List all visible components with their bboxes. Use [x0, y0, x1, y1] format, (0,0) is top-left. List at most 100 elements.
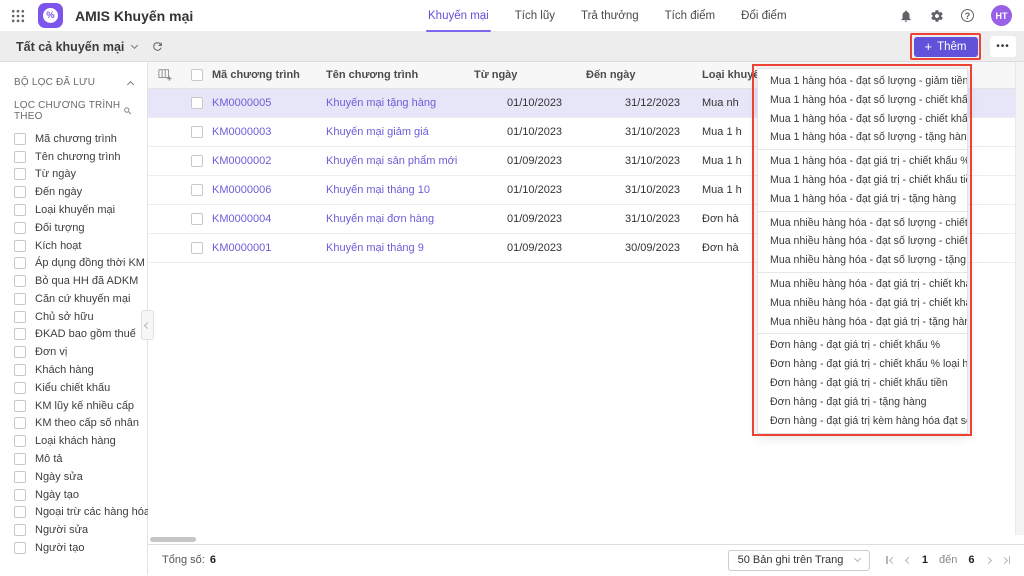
filter-checkbox[interactable] [14, 328, 26, 340]
filter-field-item[interactable]: Đến ngày [0, 183, 147, 201]
program-code-link[interactable]: KM0000003 [212, 126, 326, 138]
row-checkbox[interactable] [191, 184, 203, 196]
notification-bell-icon[interactable] [899, 9, 913, 23]
nav-tab[interactable]: Tích lũy [515, 0, 555, 32]
select-all-checkbox[interactable] [191, 69, 203, 81]
filter-checkbox[interactable] [14, 151, 26, 163]
add-type-menu-item[interactable]: Mua 1 hàng hóa - đạt số lượng - tặng hàn… [758, 128, 967, 147]
avatar[interactable]: HT [991, 5, 1012, 26]
filter-field-item[interactable]: Ngày sửa [0, 468, 147, 486]
help-icon[interactable]: ? [961, 9, 974, 22]
program-name-link[interactable]: Khuyến mại sản phẩm mới [326, 155, 474, 167]
add-type-menu-item[interactable]: Mua 1 hàng hóa - đạt số lượng - giảm tiề… [758, 72, 967, 91]
nav-tab[interactable]: Tích điểm [665, 0, 716, 32]
settings-gear-icon[interactable] [930, 9, 944, 23]
filter-field-item[interactable]: Người tạo [0, 539, 147, 557]
filter-checkbox[interactable] [14, 168, 26, 180]
col-header-name[interactable]: Tên chương trình [326, 69, 474, 81]
row-checkbox[interactable] [191, 97, 203, 109]
filter-field-item[interactable]: Đối tượng [0, 219, 147, 237]
add-type-menu-item[interactable]: Mua nhiều hàng hóa - đạt giá trị - chiết… [758, 294, 967, 313]
filter-field-item[interactable]: Mô tả [0, 450, 147, 468]
program-code-link[interactable]: KM0000006 [212, 184, 326, 196]
first-page-button[interactable] [886, 556, 895, 564]
program-name-link[interactable]: Khuyến mại tháng 10 [326, 184, 474, 196]
add-type-menu-item[interactable]: Đơn hàng - đạt giá trị kèm hàng hóa đạt … [758, 412, 967, 431]
filter-field-item[interactable]: Áp dụng đồng thời KM khác [0, 254, 147, 272]
search-icon[interactable] [123, 105, 133, 117]
filter-checkbox[interactable] [14, 382, 26, 394]
filter-field-item[interactable]: Mã chương trình [0, 130, 147, 148]
nav-tab[interactable]: Khuyến mại [428, 0, 489, 32]
col-header-to[interactable]: Đến ngày [586, 69, 680, 81]
add-type-menu-item[interactable]: Mua 1 hàng hóa - đạt giá trị - tặng hàng [758, 190, 967, 209]
filter-field-item[interactable]: Kiểu chiết khấu [0, 379, 147, 397]
filter-field-item[interactable]: Từ ngày [0, 166, 147, 184]
filter-field-item[interactable]: Bỏ qua HH đã ADKM [0, 272, 147, 290]
filter-field-item[interactable]: Đơn vị [0, 343, 147, 361]
filter-checkbox[interactable] [14, 524, 26, 536]
program-name-link[interactable]: Khuyến mại đơn hàng [326, 213, 474, 225]
row-checkbox[interactable] [191, 242, 203, 254]
last-page-button[interactable] [1002, 556, 1011, 564]
filter-checkbox[interactable] [14, 346, 26, 358]
filter-field-item[interactable]: ĐKAD bao gồm thuế [0, 326, 147, 344]
page-size-select[interactable]: 50 Bản ghi trên Trang [728, 550, 871, 571]
filter-checkbox[interactable] [14, 311, 26, 323]
add-type-menu-item[interactable]: Mua 1 hàng hóa - đạt giá trị - chiết khấ… [758, 152, 967, 171]
filter-checkbox[interactable] [14, 275, 26, 287]
refresh-icon[interactable] [151, 40, 164, 53]
filter-checkbox[interactable] [14, 489, 26, 501]
program-code-link[interactable]: KM0000002 [212, 155, 326, 167]
prev-page-button[interactable] [906, 558, 911, 563]
next-page-button[interactable] [986, 558, 991, 563]
add-type-menu-item[interactable]: Mua nhiều hàng hóa - đạt số lượng - chiế… [758, 232, 967, 251]
add-type-menu-item[interactable]: Mua nhiều hàng hóa - đạt số lượng - tặng… [758, 251, 967, 270]
horizontal-scrollbar-thumb[interactable] [150, 537, 196, 542]
program-name-link[interactable]: Khuyến mại tháng 9 [326, 242, 474, 254]
saved-filters-header[interactable]: BỘ LỌC ĐÃ LƯU [0, 70, 147, 93]
add-type-menu-item[interactable]: Mua 1 hàng hóa - đạt giá trị - chiết khấ… [758, 171, 967, 190]
view-selector[interactable]: Tất cả khuyến mại [16, 40, 137, 54]
app-launcher-icon[interactable] [10, 8, 26, 24]
program-code-link[interactable]: KM0000004 [212, 213, 326, 225]
row-checkbox[interactable] [191, 155, 203, 167]
add-type-menu-item[interactable]: Mua nhiều hàng hóa - đạt giá trị - tặng … [758, 313, 967, 332]
filter-field-item[interactable]: Loại khuyến mại [0, 201, 147, 219]
row-checkbox[interactable] [191, 213, 203, 225]
filter-field-item[interactable]: Kích hoạt [0, 237, 147, 255]
filter-checkbox[interactable] [14, 542, 26, 554]
app-logo-icon[interactable]: % [38, 3, 63, 28]
program-name-link[interactable]: Khuyến mại tặng hàng [326, 97, 474, 109]
add-type-menu-item[interactable]: Đơn hàng - đạt giá trị - chiết khấu % [758, 336, 967, 355]
filter-checkbox[interactable] [14, 133, 26, 145]
filter-checkbox[interactable] [14, 204, 26, 216]
filter-checkbox[interactable] [14, 435, 26, 447]
col-header-code[interactable]: Mã chương trình [212, 69, 326, 81]
horizontal-scrollbar[interactable] [148, 535, 1024, 544]
add-type-menu-item[interactable]: Đơn hàng - đạt giá trị - chiết khấu tiền [758, 374, 967, 393]
nav-tab[interactable]: Trả thưởng [581, 0, 639, 32]
column-settings-icon[interactable] [148, 68, 182, 82]
program-code-link[interactable]: KM0000005 [212, 97, 326, 109]
sidebar-collapse-handle[interactable] [141, 310, 154, 340]
filter-checkbox[interactable] [14, 364, 26, 376]
filter-checkbox[interactable] [14, 471, 26, 483]
filter-checkbox[interactable] [14, 240, 26, 252]
vertical-scrollbar[interactable] [1015, 62, 1024, 535]
filter-checkbox[interactable] [14, 506, 26, 518]
program-code-link[interactable]: KM0000001 [212, 242, 326, 254]
add-type-menu-item[interactable]: Đơn hàng - đạt giá trị - tặng hàng [758, 393, 967, 412]
filter-field-item[interactable]: Ngày tạo [0, 486, 147, 504]
filter-field-item[interactable]: Căn cứ khuyến mại [0, 290, 147, 308]
more-options-button[interactable]: ••• [990, 36, 1016, 57]
filter-field-item[interactable]: KM lũy kế nhiều cấp [0, 397, 147, 415]
filter-checkbox[interactable] [14, 257, 26, 269]
nav-tab[interactable]: Đổi điểm [741, 0, 786, 32]
add-type-menu-item[interactable]: Đơn hàng - đạt giá trị - chiết khấu % lo… [758, 355, 967, 374]
add-type-menu-item[interactable]: Mua 1 hàng hóa - đạt số lượng - chiết kh… [758, 110, 967, 129]
filter-field-item[interactable]: Loại khách hàng [0, 432, 147, 450]
filter-field-item[interactable]: KM theo cấp số nhân [0, 415, 147, 433]
add-button[interactable]: + Thêm [914, 37, 978, 57]
filter-field-item[interactable]: Ngoại trừ các hàng hóa [0, 503, 147, 521]
